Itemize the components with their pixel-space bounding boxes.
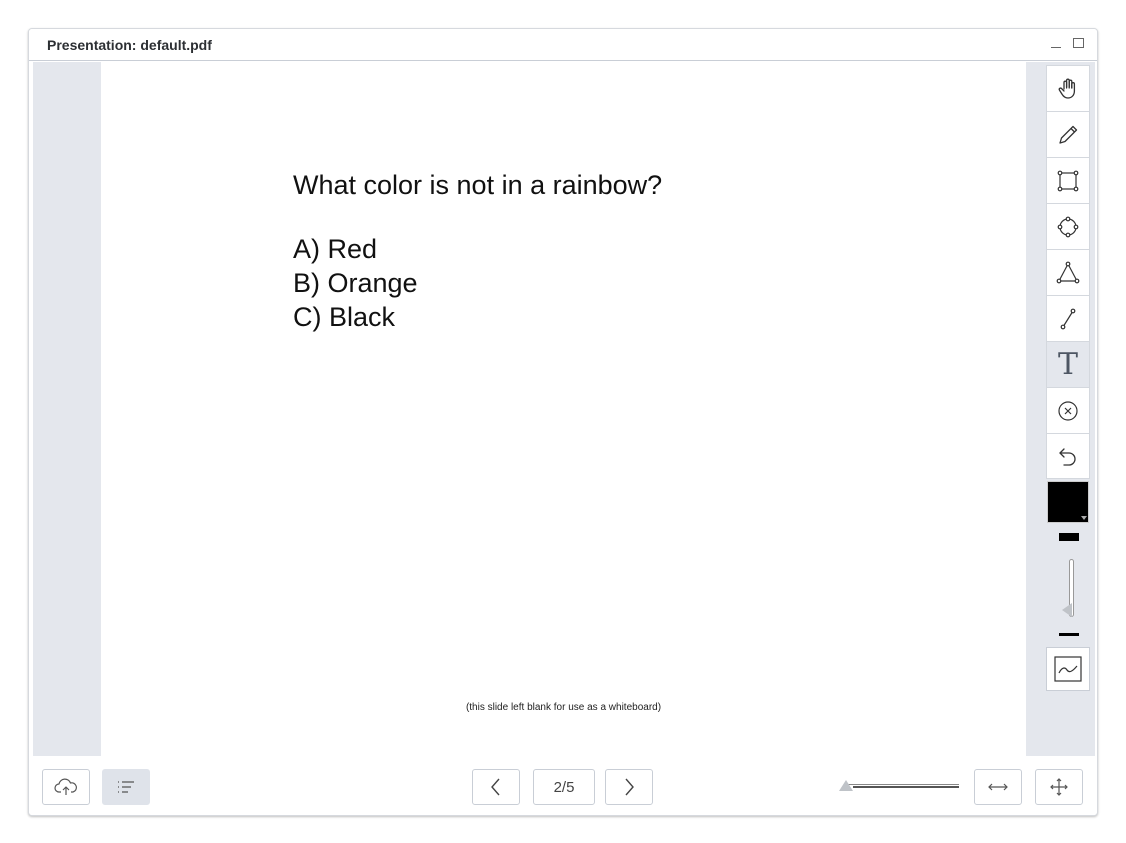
fit-page-icon bbox=[1050, 778, 1068, 796]
slide-answers: A) Red B) Orange C) Black bbox=[293, 232, 418, 334]
zoom-slider[interactable] bbox=[839, 778, 961, 798]
triangle-icon bbox=[1056, 261, 1080, 283]
stroke-preview-icon bbox=[1054, 656, 1082, 682]
thickness-slider-thumb[interactable] bbox=[1062, 603, 1072, 617]
slide-stage: What color is not in a rainbow? A) Red B… bbox=[33, 62, 1095, 756]
slide-question: What color is not in a rainbow? bbox=[293, 170, 663, 200]
pan-tool-button[interactable] bbox=[1046, 65, 1090, 111]
title-bar: Presentation: default.pdf bbox=[29, 29, 1097, 61]
answer-c: C) Black bbox=[293, 302, 396, 332]
slide-note: (this slide left blank for use as a whit… bbox=[465, 702, 662, 713]
clear-icon bbox=[1058, 400, 1078, 421]
zoom-slider-track bbox=[845, 784, 959, 785]
triangle-tool-button[interactable] bbox=[1046, 249, 1090, 295]
annotation-toolbar: T bbox=[1046, 65, 1090, 479]
line-icon bbox=[1060, 308, 1076, 329]
zoom-slider-thumb[interactable] bbox=[839, 780, 853, 791]
pencil-icon bbox=[1059, 125, 1078, 144]
minimize-button[interactable] bbox=[1049, 35, 1063, 51]
chevron-down-icon bbox=[1081, 516, 1087, 520]
thickness-slider[interactable] bbox=[1054, 557, 1084, 621]
slide-canvas[interactable]: What color is not in a rainbow? A) Red B… bbox=[101, 62, 1026, 756]
maximize-icon bbox=[1072, 38, 1084, 48]
window-title: Presentation: default.pdf bbox=[47, 37, 212, 53]
clear-tool-button[interactable] bbox=[1046, 387, 1090, 433]
text-icon: T bbox=[1057, 347, 1078, 382]
maximize-button[interactable] bbox=[1071, 35, 1085, 51]
chevron-right-icon bbox=[625, 778, 634, 796]
hand-icon bbox=[1058, 78, 1076, 99]
minimize-icon bbox=[1051, 46, 1061, 48]
cloud-upload-icon bbox=[54, 778, 77, 795]
pencil-tool-button[interactable] bbox=[1046, 111, 1090, 157]
min-thickness-indicator bbox=[1059, 633, 1079, 636]
color-picker-button[interactable] bbox=[1047, 481, 1089, 523]
fit-width-icon bbox=[988, 783, 1008, 791]
presentation-window: Presentation: default.pdf What color is … bbox=[28, 28, 1098, 816]
undo-icon bbox=[1059, 448, 1076, 466]
bottom-bar: 2/5 bbox=[29, 756, 1097, 815]
next-slide-button[interactable] bbox=[605, 769, 653, 805]
ellipse-tool-button[interactable] bbox=[1046, 203, 1090, 249]
upload-button[interactable] bbox=[42, 769, 90, 805]
zoom-slider-fill bbox=[853, 786, 959, 788]
fit-page-button[interactable] bbox=[1035, 769, 1083, 805]
rectangle-tool-button[interactable] bbox=[1046, 157, 1090, 203]
ellipse-icon bbox=[1057, 216, 1079, 237]
text-tool-button[interactable]: T bbox=[1046, 341, 1090, 387]
prev-slide-button[interactable] bbox=[472, 769, 520, 805]
line-tool-button[interactable] bbox=[1046, 295, 1090, 341]
max-thickness-indicator bbox=[1059, 533, 1079, 541]
fit-width-button[interactable] bbox=[974, 769, 1022, 805]
window-controls bbox=[1049, 35, 1085, 51]
list-icon bbox=[118, 781, 134, 793]
page-selector[interactable]: 2/5 bbox=[533, 769, 595, 805]
undo-tool-button[interactable] bbox=[1046, 433, 1090, 479]
answer-b: B) Orange bbox=[293, 268, 418, 298]
answer-a: A) Red bbox=[293, 234, 378, 264]
thumbnails-button[interactable] bbox=[102, 769, 150, 805]
chevron-left-icon bbox=[491, 778, 500, 796]
rectangle-icon bbox=[1057, 170, 1079, 191]
stroke-preview-button[interactable] bbox=[1046, 647, 1090, 691]
